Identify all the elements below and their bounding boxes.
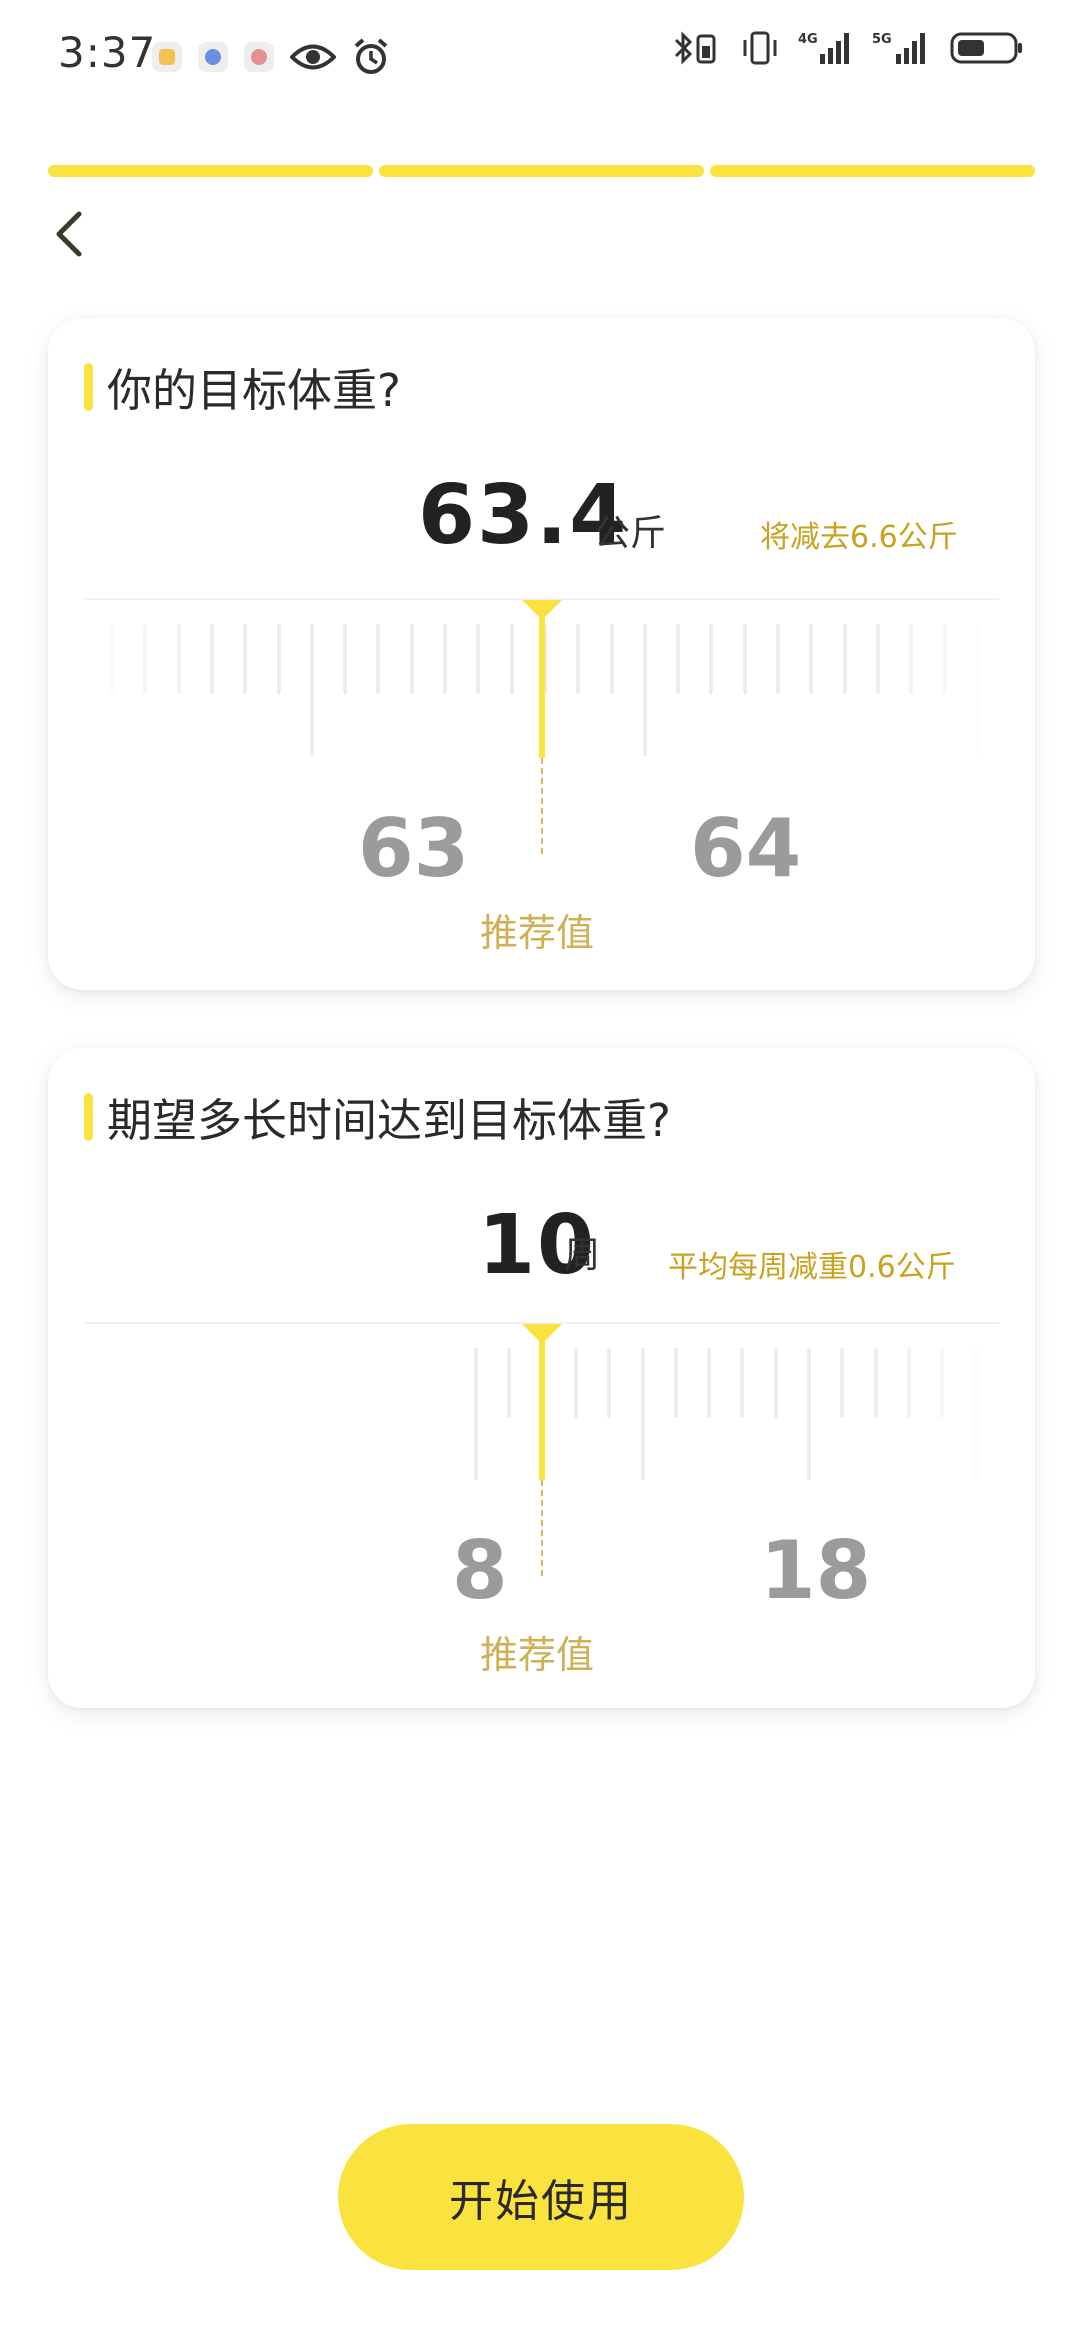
ruler-minor-tick	[942, 624, 947, 694]
ruler-minor-tick	[707, 1348, 712, 1418]
alarm-icon	[354, 38, 388, 74]
signal-5g-icon: 5G	[872, 32, 925, 64]
ruler-minor-tick	[906, 1348, 911, 1418]
ruler-minor-tick	[607, 1348, 612, 1418]
recommend-label: 推荐值	[480, 911, 595, 955]
ruler-minor-tick	[343, 624, 348, 694]
scale-label-left: 8	[452, 1524, 508, 1617]
eye-icon	[290, 44, 336, 70]
chevron-left-icon	[56, 211, 82, 257]
ruler-minor-tick	[176, 624, 181, 694]
recommend-dash-line	[541, 758, 543, 854]
ruler-major-tick	[973, 1348, 978, 1480]
ruler-minor-tick	[773, 1348, 778, 1418]
ruler-minor-tick	[507, 1348, 512, 1418]
start-button[interactable]: 开始使用	[338, 2124, 744, 2270]
browser-app-icon	[198, 42, 228, 72]
target-duration-title: 期望多长时间达到目标体重?	[107, 1094, 671, 1147]
ruler-minor-tick	[276, 624, 281, 694]
target-weight-title: 你的目标体重?	[107, 364, 401, 417]
back-button[interactable]	[40, 202, 96, 266]
onboarding-progress	[48, 165, 1035, 177]
ruler-minor-tick	[243, 624, 248, 694]
target-duration-unit: 周	[564, 1235, 601, 1276]
scale-label-right: 64	[690, 802, 802, 895]
ruler-major-tick	[642, 624, 647, 756]
ruler-indicator-stem	[539, 1340, 545, 1480]
ruler-minor-tick	[576, 624, 581, 694]
ruler-minor-tick	[673, 1348, 678, 1418]
recommend-dash-line	[541, 1480, 543, 1576]
card-title: 期望多长时间达到目标体重?	[84, 1084, 671, 1149]
ruler-indicator-stem	[539, 616, 545, 758]
vibrate-icon	[743, 31, 777, 65]
recommend-label: 推荐值	[480, 1633, 595, 1677]
target-duration-card: 期望多长时间达到目标体重? 10 周 平均每周减重0.6公斤 8 18 推荐值	[48, 1048, 1035, 1708]
battery-icon	[950, 32, 1022, 64]
ruler-minor-tick	[742, 624, 747, 694]
ruler-minor-tick	[740, 1348, 745, 1418]
svg-text:5G: 5G	[872, 32, 892, 47]
progress-segment	[710, 165, 1035, 177]
status-bar: 3:37 4G 5G	[0, 0, 1080, 110]
ruler-minor-tick	[110, 624, 114, 694]
weekly-loss-hint: 平均每周减重0.6公斤	[668, 1250, 956, 1285]
progress-segment	[379, 165, 704, 177]
ruler-major-tick	[975, 624, 980, 756]
message-app-icon	[244, 42, 274, 72]
notes-app-icon	[152, 42, 182, 72]
ruler-major-tick	[640, 1348, 645, 1480]
ruler-minor-tick	[840, 1348, 845, 1418]
card-title: 你的目标体重?	[84, 354, 401, 419]
ruler-minor-tick	[476, 624, 481, 694]
ruler-minor-tick	[676, 624, 681, 694]
target-weight-card: 你的目标体重? 63.4 公斤 将减去6.6公斤 63 64 推荐值	[48, 318, 1035, 990]
ruler-minor-tick	[776, 624, 780, 694]
ruler-minor-tick	[809, 624, 814, 694]
signal-4g-icon: 4G	[798, 32, 849, 64]
ruler-minor-tick	[842, 624, 847, 694]
svg-text:4G: 4G	[798, 32, 818, 47]
ruler-minor-tick	[873, 1348, 878, 1418]
progress-segment	[48, 165, 373, 177]
ruler-major-tick	[807, 1348, 811, 1480]
ruler-major-tick	[309, 624, 314, 756]
ruler-minor-tick	[940, 1348, 945, 1418]
target-weight-unit: 公斤	[594, 513, 667, 554]
ruler-minor-tick	[376, 624, 381, 694]
ruler-minor-tick	[909, 624, 914, 694]
title-accent-bar	[84, 1092, 93, 1141]
ruler-major-tick	[474, 1348, 478, 1480]
ruler-minor-tick	[875, 624, 880, 694]
status-time: 3:37	[58, 28, 157, 77]
scale-label-left: 63	[358, 802, 470, 895]
ruler-minor-tick	[409, 624, 414, 694]
ruler-minor-tick	[443, 624, 447, 694]
ruler-minor-tick	[709, 624, 714, 694]
scale-label-right: 18	[760, 1524, 872, 1617]
system-icons: 4G 5G	[672, 30, 1024, 66]
ruler-minor-tick	[509, 624, 514, 694]
weight-loss-hint: 将减去6.6公斤	[760, 520, 958, 555]
ruler-minor-tick	[573, 1348, 578, 1418]
ruler-minor-tick	[143, 624, 148, 694]
title-accent-bar	[84, 362, 93, 411]
ruler-minor-tick	[209, 624, 214, 694]
ruler-minor-tick	[609, 624, 614, 694]
notification-icons	[152, 38, 390, 76]
bluetooth-battery-icon	[674, 31, 716, 65]
